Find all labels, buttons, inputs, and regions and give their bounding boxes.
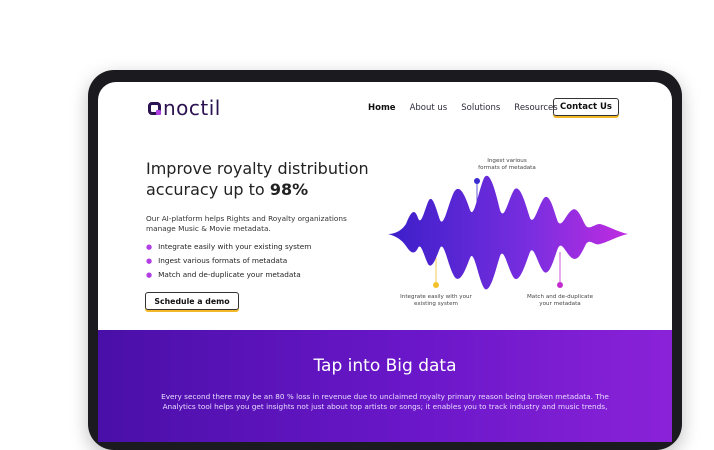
wave-dot-left bbox=[433, 282, 439, 288]
hero-title-highlight: 98% bbox=[269, 180, 309, 199]
hero-title-text: Improve royalty distribution accuracy up… bbox=[146, 159, 369, 199]
hero-description: Our AI-platform helps Rights and Royalty… bbox=[146, 214, 347, 233]
big-data-section: Tap into Big data Every second there may… bbox=[98, 330, 672, 442]
nav-home[interactable]: Home bbox=[368, 103, 396, 113]
waveform-graphic bbox=[388, 175, 628, 290]
hero-title: Improve royalty distribution accuracy up… bbox=[146, 158, 406, 200]
tablet-frame: noctil Home About us Solutions Resources… bbox=[88, 70, 682, 450]
feature-text: Integrate easily with your existing syst… bbox=[158, 242, 312, 251]
logo[interactable]: noctil bbox=[148, 98, 221, 118]
nav-resources[interactable]: Resources bbox=[514, 103, 557, 113]
bullet-icon: ● bbox=[146, 271, 153, 279]
wave-dot-top bbox=[474, 178, 480, 184]
website-screen: noctil Home About us Solutions Resources… bbox=[98, 82, 672, 442]
wave-dot-right bbox=[557, 282, 563, 288]
feature-text: Ingest various formats of metadata bbox=[158, 256, 288, 265]
nav-about-us[interactable]: About us bbox=[410, 103, 448, 113]
feature-text: Match and de-duplicate your metadata bbox=[158, 270, 301, 279]
wave-label-integrate: Integrate easily with your existing syst… bbox=[400, 294, 472, 307]
waveform-shape bbox=[388, 175, 628, 290]
wave-label-match: Match and de-duplicate your metadata bbox=[526, 294, 594, 307]
bullet-icon: ● bbox=[146, 243, 153, 251]
nav-solutions[interactable]: Solutions bbox=[461, 103, 500, 113]
section-text: Every second there may be an 80 % loss i… bbox=[161, 392, 609, 411]
logo-mark-icon bbox=[148, 101, 161, 115]
bullet-icon: ● bbox=[146, 257, 153, 265]
section-title: Tap into Big data bbox=[313, 356, 457, 376]
list-item: ● Integrate easily with your existing sys… bbox=[146, 240, 311, 254]
list-item: ● Match and de-duplicate your metadata bbox=[146, 268, 311, 282]
contact-us-button[interactable]: Contact Us bbox=[553, 98, 619, 116]
schedule-demo-button[interactable]: Schedule a demo bbox=[145, 292, 239, 310]
waveform-illustration: Ingest various formats of metadata Integ… bbox=[388, 148, 628, 308]
logo-text: noctil bbox=[163, 96, 221, 120]
list-item: ● Ingest various formats of metadata bbox=[146, 254, 311, 268]
feature-list: ● Integrate easily with your existing sys… bbox=[146, 240, 311, 282]
main-nav: Home About us Solutions Resources bbox=[368, 103, 572, 113]
